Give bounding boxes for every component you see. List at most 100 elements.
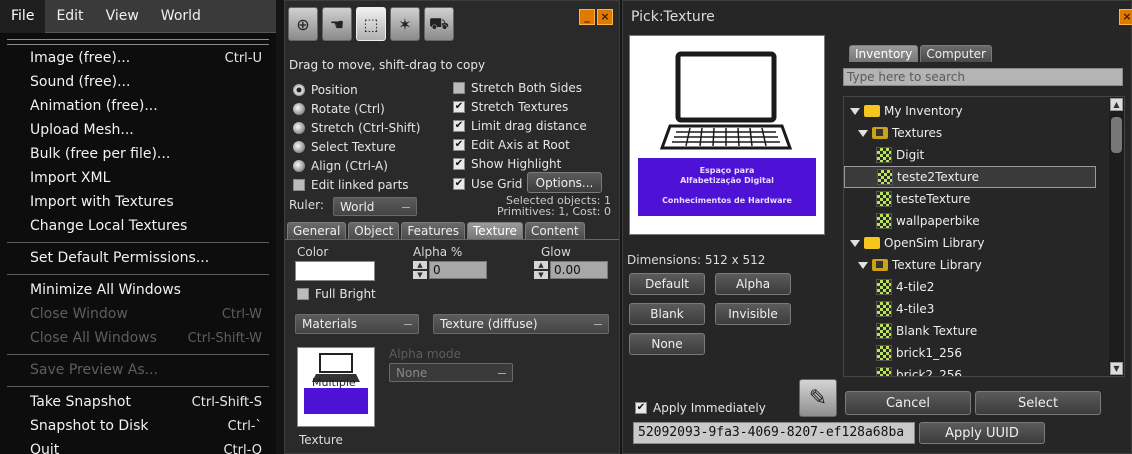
close-icon[interactable]: × — [597, 9, 613, 25]
ruler-select[interactable]: World — [333, 197, 417, 216]
materials-select[interactable]: Materials — [295, 314, 419, 334]
tab-inventory[interactable]: Inventory — [849, 45, 919, 62]
menu-item-minimize-all-windows[interactable]: Minimize All Windows — [0, 278, 276, 302]
apply-uuid-button[interactable]: Apply UUID — [919, 422, 1045, 444]
color-swatch[interactable] — [295, 261, 375, 281]
tab-computer[interactable]: Computer — [920, 45, 992, 62]
tree-item-folder[interactable]: My Inventory — [844, 100, 1106, 122]
menu-item-set-default-permissions[interactable]: Set Default Permissions... — [0, 246, 276, 270]
checkbox-use-grid[interactable]: ✔ Use Grid — [453, 175, 522, 193]
menu-item-import-xml[interactable]: Import XML — [0, 166, 276, 190]
menu-item-import-with-textures[interactable]: Import with Textures — [0, 190, 276, 214]
menu-edit[interactable]: Edit — [45, 0, 94, 33]
radio-select-texture[interactable]: Select Texture — [293, 138, 396, 156]
default-button[interactable]: Default — [629, 273, 705, 295]
menu-item-sound-free[interactable]: Sound (free)... — [0, 70, 276, 94]
minimize-icon[interactable]: _ — [579, 9, 595, 25]
menu-item-animation-free[interactable]: Animation (free)... — [0, 94, 276, 118]
uuid-input[interactable]: 52092093-9fa3-4069-8207-ef128a68ba — [633, 422, 915, 444]
checkbox-limit-drag[interactable]: ✔ Limit drag distance — [453, 117, 587, 135]
spinner-arrows[interactable]: ▲ ▼ — [534, 261, 548, 279]
edit-tool-button[interactable]: ⬚ — [356, 7, 386, 41]
radio-align[interactable]: Align (Ctrl-A) — [293, 157, 388, 175]
tab-general[interactable]: General — [287, 222, 347, 239]
menu-file[interactable]: File — [0, 0, 46, 33]
expand-triangle-icon[interactable] — [858, 261, 868, 269]
menu-item-quit[interactable]: Quit Ctrl-Q — [0, 438, 276, 454]
texture-icon — [876, 147, 892, 163]
checkbox-label: Show Highlight — [471, 157, 562, 171]
tree-item-folder[interactable]: Texture Library — [844, 254, 1106, 276]
glow-input[interactable]: 0.00 — [550, 261, 608, 279]
down-arrow-icon[interactable]: ▼ — [534, 271, 548, 279]
alpha-button[interactable]: Alpha — [715, 273, 791, 295]
eyedropper-button[interactable]: ✎ — [799, 379, 837, 417]
tree-item-texture[interactable]: brick1_256 — [844, 342, 1106, 364]
up-arrow-icon[interactable]: ▲ — [534, 261, 548, 269]
menu-item-snapshot-to-disk[interactable]: Snapshot to Disk Ctrl-` — [0, 414, 276, 438]
radio-position[interactable]: Position — [293, 81, 358, 99]
move-tool-button[interactable]: ☚ — [322, 7, 352, 41]
down-arrow-icon[interactable]: ▼ — [413, 271, 427, 279]
focus-tool-button[interactable]: ⊕ — [288, 7, 318, 41]
texture-type-select[interactable]: Texture (diffuse) — [433, 314, 609, 334]
radio-icon — [293, 122, 305, 134]
spinner-arrows[interactable]: ▲ ▼ — [413, 261, 427, 279]
tree-item-texture[interactable]: Digit — [844, 144, 1106, 166]
expand-triangle-icon[interactable] — [858, 129, 868, 137]
tree-item-folder[interactable]: OpenSim Library — [844, 232, 1106, 254]
close-icon[interactable]: × — [1119, 9, 1132, 25]
menu-item-change-local-textures[interactable]: Change Local Textures — [0, 214, 276, 238]
up-arrow-icon[interactable]: ▲ — [413, 261, 427, 269]
menu-view[interactable]: View — [95, 0, 150, 33]
tree-item-texture[interactable]: testeTexture — [844, 188, 1106, 210]
alpha-spinner[interactable]: ▲ ▼ 0 — [413, 261, 487, 279]
tree-item-texture[interactable]: wallpaperbike — [844, 210, 1106, 232]
select-button[interactable]: Select — [975, 391, 1101, 415]
tree-item-texture[interactable]: 4-tile3 — [844, 298, 1106, 320]
tree-item-label: wallpaperbike — [896, 214, 980, 228]
tab-features[interactable]: Features — [401, 222, 465, 239]
menu-item-take-snapshot[interactable]: Take Snapshot Ctrl-Shift-S — [0, 390, 276, 414]
checkbox-stretch-textures[interactable]: ✔ Stretch Textures — [453, 98, 568, 116]
checkbox-show-highlight[interactable]: ✔ Show Highlight — [453, 155, 561, 173]
checkbox-full-bright[interactable]: Full Bright — [297, 285, 376, 303]
expand-triangle-icon[interactable] — [850, 107, 860, 115]
grid-options-button[interactable]: Options... — [527, 172, 602, 193]
menu-item-bulk-free-per-file[interactable]: Bulk (free per file)... — [0, 142, 276, 166]
tree-item-texture[interactable]: 4-tile2 — [844, 276, 1106, 298]
tab-content[interactable]: Content — [524, 222, 585, 239]
tree-item-folder[interactable]: Textures — [844, 122, 1106, 144]
checkbox-apply-immediately[interactable]: ✔ Apply Immediately — [635, 399, 766, 417]
blank-button[interactable]: Blank — [629, 303, 705, 325]
alpha-input[interactable]: 0 — [429, 261, 487, 279]
create-tool-button[interactable]: ✶ — [390, 7, 420, 41]
radio-rotate[interactable]: Rotate (Ctrl) — [293, 100, 385, 118]
tree-item-texture[interactable]: brick2_256 — [844, 364, 1106, 376]
checkbox-stretch-both-sides[interactable]: Stretch Both Sides — [453, 79, 582, 97]
menu-item-upload-mesh[interactable]: Upload Mesh... — [0, 118, 276, 142]
cancel-button[interactable]: Cancel — [845, 391, 971, 415]
checkbox-edit-linked[interactable]: Edit linked parts — [293, 176, 409, 194]
glow-spinner[interactable]: ▲ ▼ 0.00 — [534, 261, 608, 279]
scroll-down-icon[interactable]: ▼ — [1110, 362, 1123, 375]
scroll-thumb[interactable] — [1111, 117, 1122, 153]
radio-stretch[interactable]: Stretch (Ctrl-Shift) — [293, 119, 420, 137]
magnifier-icon: ⊕ — [296, 14, 310, 34]
tree-item-texture[interactable]: Blank Texture — [844, 320, 1106, 342]
scroll-up-icon[interactable]: ▲ — [1110, 98, 1123, 111]
expand-triangle-icon[interactable] — [850, 239, 860, 247]
land-tool-button[interactable]: ⛟ — [424, 7, 454, 41]
menu-world[interactable]: World — [150, 0, 212, 33]
tab-object[interactable]: Object — [348, 222, 400, 239]
tab-texture[interactable]: Texture — [467, 222, 523, 239]
menu-item-image-free[interactable]: Image (free)... Ctrl-U — [0, 46, 276, 70]
invisible-button[interactable]: Invisible — [715, 303, 791, 325]
none-button[interactable]: None — [629, 333, 705, 355]
inventory-search-input[interactable]: Type here to search — [843, 68, 1123, 86]
tree-scrollbar[interactable]: ▲ ▼ — [1109, 97, 1124, 376]
tree-item-texture[interactable]: teste2Texture — [844, 166, 1096, 188]
file-menu-panel: File Edit View World Image (free)... Ctrl… — [0, 0, 276, 454]
texture-swatch[interactable]: Multiple — [297, 347, 375, 427]
checkbox-edit-axis-root[interactable]: ✔ Edit Axis at Root — [453, 136, 570, 154]
